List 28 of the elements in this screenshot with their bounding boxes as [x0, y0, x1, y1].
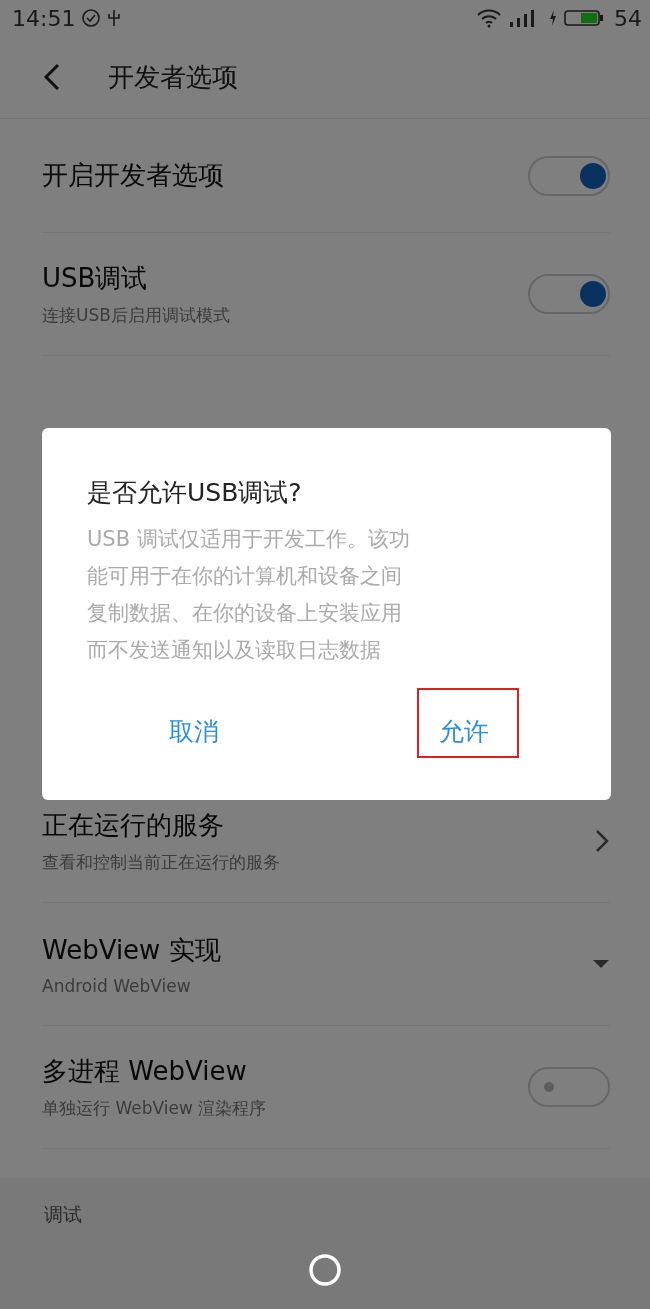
section-header: 调试 [44, 1202, 82, 1227]
charging-icon [548, 8, 558, 28]
battery-icon [564, 8, 604, 28]
toggle-switch[interactable] [528, 274, 610, 314]
dialog-button[interactable]: 允许 [417, 707, 511, 756]
dialog-button[interactable]: 取消 [147, 707, 241, 756]
setting-title: 正在运行的服务 [42, 809, 225, 842]
setting-subtitle: Android WebView [42, 975, 192, 996]
page-title: 开发者选项 [108, 60, 238, 94]
setting-title: 开启开发者选项 [42, 159, 224, 192]
dropdown-caret-icon[interactable] [592, 959, 610, 969]
setting-subtitle: 连接USB后启用调试模式 [42, 304, 230, 327]
dialog-title: 是否允许USB调试? [87, 477, 303, 509]
battery-percent: 54 [614, 5, 642, 31]
wifi-icon [476, 8, 502, 28]
usb-icon [107, 8, 122, 28]
toggle-switch[interactable] [528, 1067, 610, 1107]
setting-title: 多进程 WebView [42, 1055, 248, 1088]
status-time: 14:51 [12, 5, 76, 31]
chevron-right-icon [594, 828, 610, 854]
setting-subtitle: 单独运行 WebView 渲染程序 [42, 1097, 267, 1120]
setting-title: WebView 实现 [42, 933, 221, 967]
dialog-message: USB 调试仅适用于开发工作。该功能可用于在你的计算机和设备之间复制数据、在你的设备上安装应用而不发送通知以及读取日志数据 [87, 526, 411, 664]
toggle-switch[interactable] [528, 155, 610, 196]
setting-title: USB调试 [42, 262, 149, 295]
setting-subtitle: 查看和控制当前正在运行的服务 [42, 851, 280, 874]
check-circle-icon [81, 8, 102, 28]
home-button[interactable] [307, 1252, 343, 1288]
